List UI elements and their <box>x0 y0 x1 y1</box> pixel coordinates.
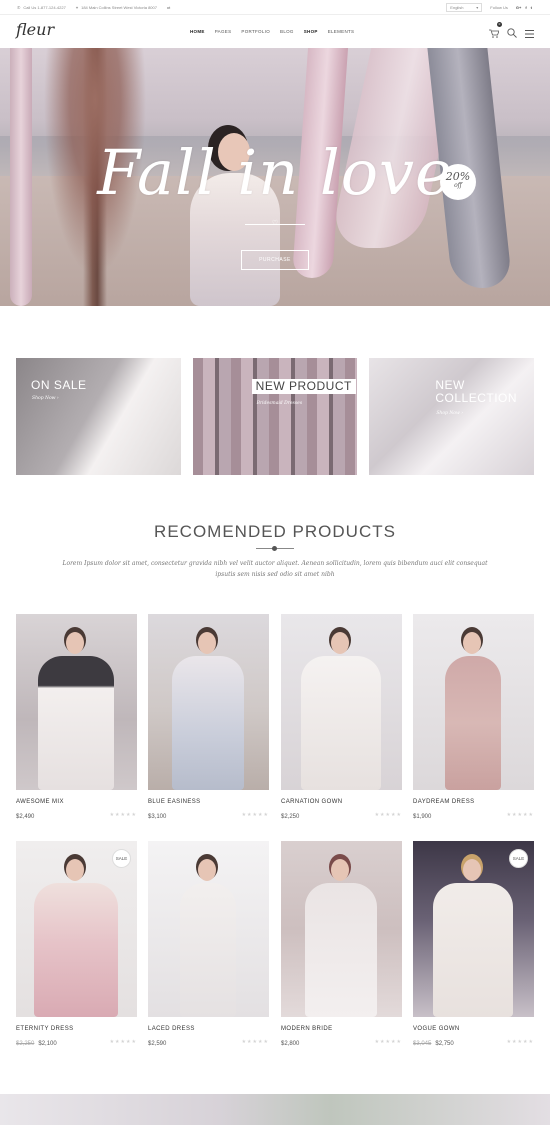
rating-stars: ★★★★★ <box>109 1039 137 1045</box>
product-name[interactable]: VOGUE GOWN <box>413 1026 534 1034</box>
product-card[interactable]: LACED DRESS $2,590 ★★★★★ <box>148 841 269 1047</box>
rating-stars: ★★★★★ <box>109 812 137 818</box>
product-name[interactable]: MODERN BRIDE <box>281 1026 402 1034</box>
discount-label: off <box>454 182 462 189</box>
banner-title: ON SALE <box>31 378 87 392</box>
section-divider-dot <box>272 546 277 551</box>
section-description: Lorem Ipsum dolor sit amet, consectetur … <box>62 560 488 578</box>
address-text: 184 Main Collins Street West Victoria 80… <box>81 5 157 10</box>
banner-new-collection[interactable]: NEW COLLECTION Shop Now › <box>369 358 535 475</box>
nav-home[interactable]: HOME <box>190 29 205 34</box>
product-image[interactable] <box>148 841 269 1017</box>
rating-stars: ★★★★★ <box>374 812 402 818</box>
rating-stars: ★★★★★ <box>241 1039 269 1045</box>
footer-image-strip <box>0 1094 550 1125</box>
purchase-button[interactable]: PURCHASE <box>241 250 309 270</box>
product-card[interactable]: DAYDREAM DRESS $1,900 ★★★★★ <box>413 614 534 820</box>
product-image[interactable] <box>281 614 402 790</box>
nav-elements[interactable]: ELEMENTS <box>328 29 355 34</box>
banner-new-product[interactable]: NEW PRODUCT Bridesmaid Dresses <box>192 358 358 475</box>
main-nav: HOME PAGES PORTFOLIO BLOG SHOP ELEMENTS <box>190 29 354 34</box>
cart-count: 0 <box>497 22 502 27</box>
product-name[interactable]: BLUE EASINESS <box>148 799 269 807</box>
heart-icon: ♡ <box>271 220 279 227</box>
product-image[interactable]: SALE <box>413 841 534 1017</box>
banner-link[interactable]: Shop Now › <box>32 396 59 401</box>
cart-icon[interactable]: 0 <box>489 22 502 43</box>
logo[interactable]: fleur <box>16 20 54 39</box>
rating-stars: ★★★★★ <box>241 812 269 818</box>
product-name[interactable]: ETERNITY DRESS <box>16 1026 137 1034</box>
address-info: ⌖ 184 Main Collins Street West Victoria … <box>76 5 157 10</box>
share-icon[interactable]: ⇄ <box>167 5 170 10</box>
promo-banners: ON SALE Shop Now › NEW PRODUCT Bridesmai… <box>16 358 535 475</box>
rating-stars: ★★★★★ <box>506 812 534 818</box>
sale-badge: SALE <box>509 849 528 868</box>
product-image[interactable] <box>281 841 402 1017</box>
nav-blog[interactable]: BLOG <box>280 29 294 34</box>
product-card[interactable]: SALE VOGUE GOWN $3,045 $2,750 ★★★★★ <box>413 841 534 1047</box>
product-card[interactable]: CARNATION GOWN $2,250 ★★★★★ <box>281 614 402 820</box>
facebook-icon[interactable]: f <box>525 5 526 10</box>
product-name[interactable]: AWESOME MIX <box>16 799 137 807</box>
sale-badge: SALE <box>112 849 131 868</box>
product-image[interactable]: SALE <box>16 841 137 1017</box>
banner-title: NEW PRODUCT <box>251 379 356 394</box>
top-bar: ✆ Call Us 1-877-124-4227 ⌖ 184 Main Coll… <box>0 0 550 15</box>
phone-text: Call Us 1-877-124-4227 <box>23 5 66 10</box>
product-image[interactable] <box>148 614 269 790</box>
social-links: G+ f t <box>516 5 532 10</box>
banner-on-sale[interactable]: ON SALE Shop Now › <box>16 358 181 475</box>
product-name[interactable]: LACED DRESS <box>148 1026 269 1034</box>
nav-portfolio[interactable]: PORTFOLIO <box>241 29 270 34</box>
banner-subtitle: Bridesmaid Dresses <box>256 401 303 406</box>
nav-shop[interactable]: SHOP <box>304 29 318 34</box>
product-card[interactable]: BLUE EASINESS $3,100 ★★★★★ <box>148 614 269 820</box>
nav-pages[interactable]: PAGES <box>215 29 232 34</box>
banner-title: NEW COLLECTION <box>435 378 518 405</box>
phone-icon: ✆ <box>17 5 21 10</box>
discount-value: 20% <box>445 170 471 183</box>
hero-slider[interactable]: Fall in love ♡ PURCHASE 20% off <box>0 48 550 306</box>
product-card[interactable]: AWESOME MIX $2,490 ★★★★★ <box>16 614 137 820</box>
google-plus-icon[interactable]: G+ <box>516 5 521 10</box>
phone-info: ✆ Call Us 1-877-124-4227 <box>17 5 66 10</box>
chevron-down-icon: ▾ <box>476 5 479 10</box>
language-value: English <box>450 5 464 10</box>
banner-link[interactable]: Shop Now › <box>436 411 463 416</box>
discount-badge: 20% off <box>440 164 476 200</box>
rating-stars: ★★★★★ <box>506 1039 534 1045</box>
main-header: fleur HOME PAGES PORTFOLIO BLOG SHOP ELE… <box>0 15 550 48</box>
product-image[interactable] <box>413 614 534 790</box>
product-image[interactable] <box>16 614 137 790</box>
search-icon[interactable] <box>507 25 517 43</box>
section-title: RECOMENDED PRODUCTS <box>154 522 396 541</box>
product-card[interactable]: MODERN BRIDE $2,800 ★★★★★ <box>281 841 402 1047</box>
product-name[interactable]: CARNATION GOWN <box>281 799 402 807</box>
twitter-icon[interactable]: t <box>531 5 532 10</box>
rating-stars: ★★★★★ <box>374 1039 402 1045</box>
location-icon: ⌖ <box>75 5 79 10</box>
language-select[interactable]: English ▾ <box>446 3 483 12</box>
product-name[interactable]: DAYDREAM DRESS <box>413 799 534 807</box>
product-card[interactable]: SALE ETERNITY DRESS $2,250 $2,100 ★★★★★ <box>16 841 137 1047</box>
menu-icon[interactable] <box>525 25 534 43</box>
follow-label: Follow Us <box>490 5 508 10</box>
